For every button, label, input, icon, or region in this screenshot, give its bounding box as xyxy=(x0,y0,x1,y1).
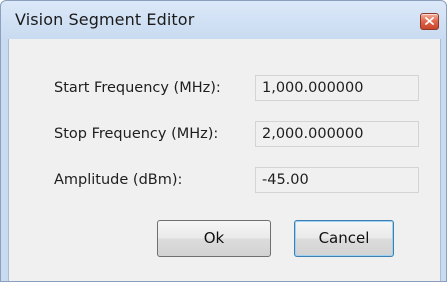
cancel-button[interactable]: Cancel xyxy=(294,220,394,257)
close-icon xyxy=(425,17,434,25)
dialog-window: Vision Segment Editor Start Frequency (M… xyxy=(0,0,447,282)
start-frequency-label: Start Frequency (MHz): xyxy=(54,80,221,96)
stop-frequency-label: Stop Frequency (MHz): xyxy=(54,126,219,142)
ok-button[interactable]: Ok xyxy=(157,220,271,257)
window-title: Vision Segment Editor xyxy=(15,10,195,29)
amplitude-label: Amplitude (dBm): xyxy=(54,172,183,188)
close-button[interactable] xyxy=(420,13,439,30)
title-bar[interactable]: Vision Segment Editor xyxy=(1,1,446,39)
start-frequency-field[interactable]: 1,000.000000 xyxy=(255,75,419,101)
stop-frequency-field[interactable]: 2,000.000000 xyxy=(255,121,419,147)
amplitude-field[interactable]: -45.00 xyxy=(255,167,419,193)
dialog-body: Start Frequency (MHz): 1,000.000000 Stop… xyxy=(8,39,441,281)
